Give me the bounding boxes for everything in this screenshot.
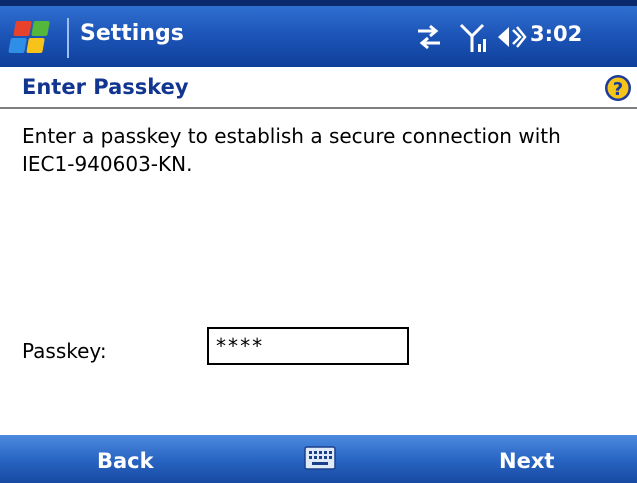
windows-start-icon[interactable]	[4, 9, 64, 65]
next-button[interactable]: Next	[499, 449, 554, 473]
svg-text:?: ?	[613, 79, 623, 100]
volume-icon[interactable]	[495, 22, 527, 52]
passkey-input[interactable]	[207, 327, 409, 365]
softkey-bar: Back Next	[0, 435, 637, 483]
clock[interactable]: 3:02	[530, 22, 582, 46]
help-icon[interactable]: ?	[604, 74, 632, 102]
app-title: Settings	[80, 21, 184, 46]
page-title: Enter Passkey	[22, 75, 189, 99]
back-button[interactable]: Back	[97, 449, 154, 473]
title-separator	[67, 18, 69, 58]
passkey-label: Passkey:	[22, 339, 107, 363]
description-text: Enter a passkey to establish a secure co…	[22, 124, 561, 176]
keyboard-icon[interactable]	[304, 445, 336, 471]
header-divider	[0, 107, 637, 109]
signal-icon[interactable]	[458, 22, 488, 54]
connectivity-icon[interactable]	[412, 22, 446, 52]
page-header: Enter Passkey ?	[0, 67, 637, 107]
title-bar: Settings 3:02	[0, 0, 637, 67]
